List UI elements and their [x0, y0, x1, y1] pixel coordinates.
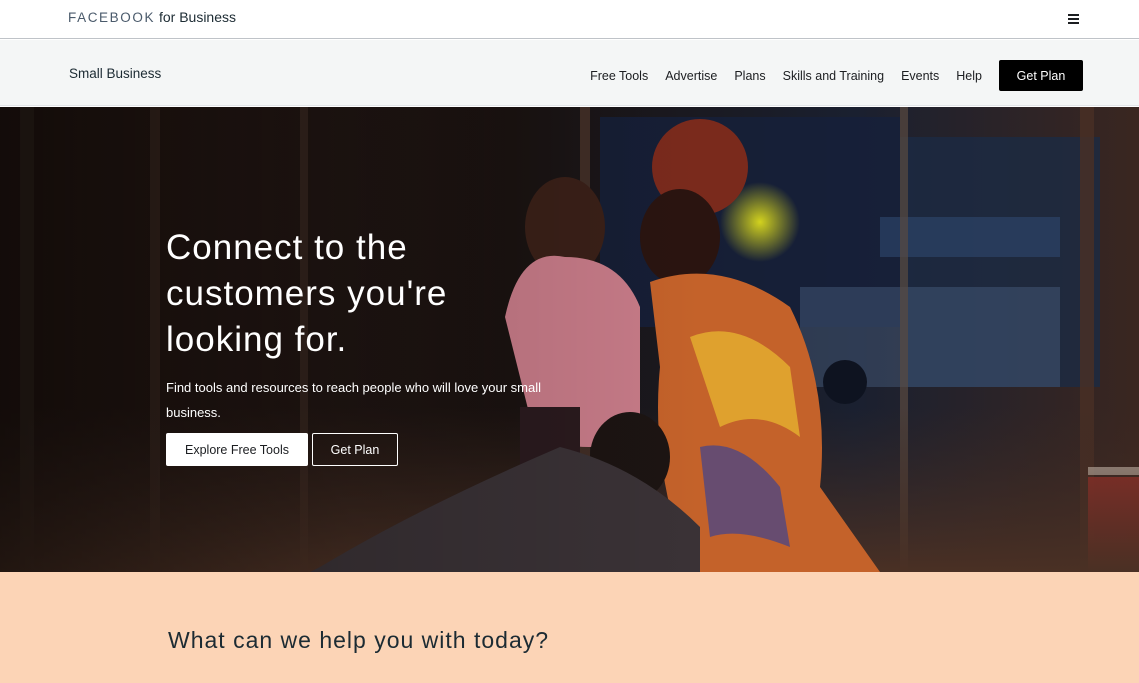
sub-navigation: Small Business Free Tools Advertise Plan…	[0, 40, 1139, 106]
brand-primary: FACEBOOK	[68, 10, 156, 25]
hero-copy: Connect to the customers you're looking …	[166, 225, 586, 466]
hamburger-menu-icon[interactable]	[1066, 11, 1082, 27]
get-plan-button[interactable]: Get Plan	[999, 60, 1083, 91]
nav-link-events[interactable]: Events	[901, 69, 939, 83]
explore-free-tools-button[interactable]: Explore Free Tools	[166, 433, 308, 466]
hero-title-line-2: customers you're	[166, 274, 448, 313]
help-section: What can we help you with today?	[0, 572, 1139, 683]
nav-link-skills-and-training[interactable]: Skills and Training	[783, 69, 884, 83]
brand-secondary: for Business	[155, 9, 237, 25]
facebook-for-business-logo[interactable]: FACEBOOK for Business	[68, 9, 236, 25]
nav-links: Free Tools Advertise Plans Skills and Tr…	[590, 60, 1083, 91]
hero-title: Connect to the customers you're looking …	[166, 225, 586, 363]
hero-section: Connect to the customers you're looking …	[0, 107, 1139, 572]
hero-subtitle: Find tools and resources to reach people…	[166, 380, 542, 420]
nav-link-advertise[interactable]: Advertise	[665, 69, 717, 83]
help-section-title: What can we help you with today?	[168, 627, 550, 653]
hero-title-line-1: Connect to the	[166, 228, 408, 267]
nav-link-help[interactable]: Help	[956, 69, 982, 83]
hero-buttons: Explore Free Tools Get Plan	[166, 433, 586, 466]
section-title[interactable]: Small Business	[69, 66, 161, 81]
hero-title-line-3: looking for.	[166, 320, 348, 359]
nav-link-plans[interactable]: Plans	[734, 69, 765, 83]
nav-link-free-tools[interactable]: Free Tools	[590, 69, 648, 83]
hero-get-plan-button[interactable]: Get Plan	[312, 433, 398, 466]
top-bar: FACEBOOK for Business	[0, 0, 1139, 39]
